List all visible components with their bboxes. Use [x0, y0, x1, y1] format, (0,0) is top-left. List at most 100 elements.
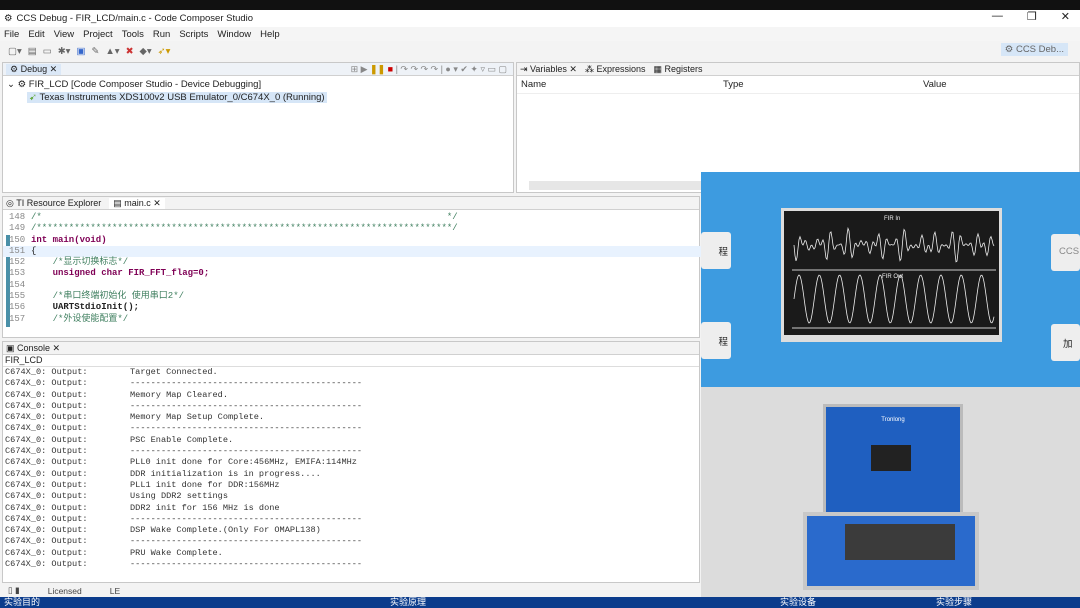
nav-equipment[interactable]: 实验设备	[780, 597, 816, 608]
column-name[interactable]: Name	[521, 79, 723, 90]
code-text: UARTStdioInit();	[31, 302, 140, 313]
side-text: 程	[718, 247, 728, 258]
console-line: C674X_0: Output: PLL1 init done for DDR:1…	[5, 480, 699, 491]
close-button[interactable]: ✕	[1061, 10, 1070, 23]
console-prefix: C674X_0: Output:	[5, 468, 88, 479]
console-panel: ▣ Console ✕ FIR_LCD C674X_0: Output: Targ…	[2, 341, 700, 583]
app-icon: ⚙	[4, 13, 13, 24]
breakpoint-icon[interactable]: ✖	[126, 46, 134, 57]
console-message: Memory Map Cleared.	[130, 389, 228, 400]
tab-expressions[interactable]: ⁂ Expressions	[585, 64, 646, 75]
console-message: DDR initialization is in progress....	[130, 468, 321, 479]
flash-icon[interactable]: ✎	[91, 46, 99, 57]
code-text: /* */	[31, 212, 458, 222]
console-line: C674X_0: Output: Using DDR2 settings	[5, 491, 699, 502]
menu-scripts[interactable]: Scripts	[179, 29, 208, 40]
console-line: C674X_0: Output: ------------------------…	[5, 446, 699, 457]
build-icon[interactable]: ▲▾	[105, 46, 119, 57]
line-number: 151	[9, 245, 26, 256]
console-message: ----------------------------------------…	[130, 513, 363, 524]
console-message: PLL1 init done for DDR:156MHz	[130, 479, 280, 490]
menu-bar: File Edit View Project Tools Run Scripts Window…	[0, 27, 1080, 41]
code-text: /*外设使能配置*/	[31, 313, 129, 324]
console-prefix: C674X_0: Output:	[5, 400, 88, 411]
lcd-title-in: FIR In	[884, 216, 900, 222]
nav-principle[interactable]: 实验原理	[390, 597, 426, 608]
tab-registers[interactable]: ▦ Registers	[654, 64, 703, 75]
tab-label: Expressions	[596, 63, 646, 74]
run-icon[interactable]: ➶▾	[158, 46, 171, 57]
case-screen	[871, 445, 911, 471]
side-text: CCS	[1059, 246, 1080, 257]
menu-window[interactable]: Window	[217, 29, 251, 40]
new-icon[interactable]: ▢▾	[8, 46, 22, 57]
experiment-case-base	[803, 512, 979, 590]
menu-file[interactable]: File	[4, 29, 19, 40]
maximize-button[interactable]: ❐	[1027, 10, 1037, 23]
console-prefix: C674X_0: Output:	[5, 525, 88, 536]
column-type[interactable]: Type	[723, 79, 923, 90]
console-message: PRU Wake Complete.	[130, 547, 223, 558]
debug-toolbar[interactable]: ⊞ ▶ ❚❚ ■ | ↷ ↷ ↷ ↷ | ● ▾ ✔ ✦ ▿ ▭ ▢	[351, 64, 513, 75]
minimize-button[interactable]: —	[992, 10, 1003, 23]
tab-ti-resource-explorer[interactable]: ◎ TI Resource Explorer	[6, 198, 101, 209]
code-line: 151 {	[9, 246, 458, 257]
side-text: 加	[1063, 339, 1073, 350]
debug-tree-project[interactable]: ⌄ ⚙ FIR_LCD [Code Composer Studio - Devi…	[7, 78, 509, 91]
menu-run[interactable]: Run	[153, 29, 170, 40]
perspective-ccs-debug[interactable]: ⚙ CCS Deb...	[1000, 43, 1068, 56]
line-number: 152	[9, 257, 26, 268]
tab-console[interactable]: ▣ Console ✕	[6, 343, 60, 354]
bottom-nav-bar: 实验目的 实验原理 实验设备 实验步骤	[0, 597, 1080, 608]
console-line: C674X_0: Output: DSP Wake Complete.(Only …	[5, 525, 699, 536]
perspective-label: CCS Deb...	[1015, 44, 1064, 55]
console-message: PSC Enable Complete.	[130, 434, 234, 445]
code-line: 154	[9, 280, 458, 291]
console-line: C674X_0: Output: ------------------------…	[5, 536, 699, 547]
editor-panel: ◎ TI Resource Explorer ▤ main.c ✕ 148 /* …	[2, 196, 701, 338]
code-line: 156 UARTStdioInit();	[9, 302, 458, 313]
tree-label: Texas Instruments XDS100v2 USB Emulator_…	[39, 92, 325, 103]
tools-icon[interactable]: ◆▾	[140, 46, 152, 57]
menu-tools[interactable]: Tools	[122, 29, 144, 40]
code-text: unsigned char FIR_FFT_flag=0;	[31, 268, 210, 279]
side-text: 程	[718, 337, 728, 348]
menu-edit[interactable]: Edit	[28, 29, 44, 40]
nav-purpose[interactable]: 实验目的	[4, 597, 40, 608]
code-area[interactable]: 148 /* */ 149 /****************************…	[9, 212, 458, 325]
experiment-case-lid: Tronlong	[823, 404, 963, 516]
window-icon[interactable]: ▭	[43, 46, 52, 57]
side-card: 程	[701, 232, 731, 269]
save-icon[interactable]: ▤	[28, 46, 37, 57]
title-bar: ⚙ CCS Debug - FIR_LCD/main.c - Code Comp…	[0, 10, 1080, 27]
code-line: 155 /*串口终端初始化 使用串口2*/	[9, 291, 458, 302]
console-message: Memory Map Setup Complete.	[130, 412, 265, 423]
code-text: /*显示切换标志*/	[31, 257, 129, 268]
code-text: {	[31, 245, 37, 256]
console-message: ----------------------------------------…	[130, 446, 363, 457]
target-icon[interactable]: ▣	[76, 46, 85, 57]
tab-variables[interactable]: ⇥ Variables ✕	[520, 64, 577, 75]
console-prefix: C674X_0: Output:	[5, 446, 88, 457]
tab-debug[interactable]: ⚙ Debug ✕	[6, 63, 62, 75]
status-mode: LE	[109, 585, 121, 596]
console-prefix: C674X_0: Output:	[5, 378, 88, 389]
side-card: 加	[1051, 324, 1080, 361]
menu-help[interactable]: Help	[260, 29, 280, 40]
console-prefix: C674X_0: Output:	[5, 491, 88, 502]
debug-icon[interactable]: ✱▾	[58, 46, 71, 57]
tab-main-c[interactable]: ▤ main.c ✕	[109, 197, 165, 209]
console-message: ----------------------------------------…	[130, 559, 363, 570]
menu-project[interactable]: Project	[83, 29, 113, 40]
console-output[interactable]: C674X_0: Output: Target Connected. C674X_0…	[3, 367, 699, 570]
console-line: C674X_0: Output: DDR initialization is in…	[5, 469, 699, 480]
lab-video: 程 程 CCS 加 FIR In FIR Out Tronlong	[701, 172, 1080, 597]
console-line: C674X_0: Output: ------------------------…	[5, 559, 699, 570]
nav-steps[interactable]: 实验步骤	[936, 597, 972, 608]
menu-view[interactable]: View	[54, 29, 74, 40]
console-message: DDR2 init for 156 MHz is done	[130, 502, 280, 513]
column-value[interactable]: Value	[923, 79, 947, 90]
top-border	[0, 0, 1080, 10]
debug-tree-target[interactable]: ➹ Texas Instruments XDS100v2 USB Emulato…	[7, 91, 509, 104]
code-line: 148 /* */	[9, 212, 458, 223]
